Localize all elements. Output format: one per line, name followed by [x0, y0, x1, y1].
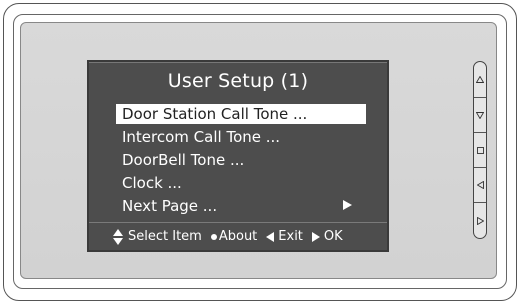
side-keypad [473, 61, 487, 239]
hint-exit-label: Exit [278, 229, 303, 244]
up-key[interactable] [474, 62, 486, 97]
triangle-down-icon [476, 111, 484, 119]
menu-item-door-station-call-tone[interactable]: Door Station Call Tone ... [116, 104, 366, 124]
right-key[interactable] [474, 202, 486, 238]
hint-select-label: Select Item [128, 229, 202, 244]
menu-item-clock[interactable]: Clock ... [116, 173, 366, 193]
menu-item-label: Clock ... [122, 174, 182, 192]
menu-item-next-page[interactable]: Next Page ... [116, 196, 366, 216]
arrow-right-icon [343, 200, 352, 210]
triangle-right-icon [311, 231, 320, 242]
hint-select-item: Select Item [113, 228, 202, 245]
menu-item-label: Intercom Call Tone ... [122, 128, 281, 146]
menu-item-label: Next Page ... [122, 197, 218, 215]
triangle-left-icon [266, 231, 275, 242]
square-icon [476, 146, 484, 154]
left-key[interactable] [474, 167, 486, 202]
key-hint-bar: Select Item About Exit OK [89, 222, 387, 250]
center-key[interactable] [474, 132, 486, 167]
down-key[interactable] [474, 97, 486, 132]
hint-exit: Exit [266, 229, 303, 244]
page-title: User Setup (1) [167, 70, 309, 92]
lcd-screen: User Setup (1) Door Station Call Tone ..… [87, 60, 389, 252]
menu-item-intercom-call-tone[interactable]: Intercom Call Tone ... [116, 127, 366, 147]
triangle-right-icon [476, 216, 484, 225]
triangle-left-icon [476, 181, 484, 189]
up-down-arrows-icon [113, 228, 124, 245]
dot-icon [210, 233, 217, 240]
hint-about-label: About [218, 229, 258, 244]
menu-item-label: DoorBell Tone ... [122, 151, 245, 169]
hint-ok-label: OK [323, 229, 343, 244]
settings-menu: Door Station Call Tone ... Intercom Call… [116, 104, 366, 219]
menu-item-label: Door Station Call Tone ... [122, 105, 308, 123]
triangle-up-icon [476, 76, 484, 83]
hint-about: About [210, 229, 258, 244]
hint-ok: OK [311, 229, 343, 244]
menu-item-doorbell-tone[interactable]: DoorBell Tone ... [116, 150, 366, 170]
